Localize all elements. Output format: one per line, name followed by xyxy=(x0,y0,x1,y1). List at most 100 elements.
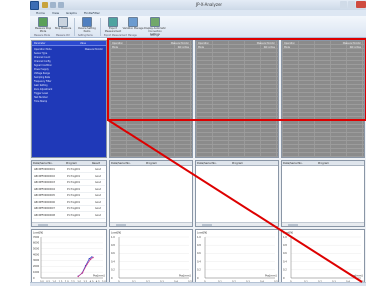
parameter-row[interactable]: Trigger Level xyxy=(34,92,104,95)
results-table-4[interactable]: Date/Serial No. Program xyxy=(281,160,365,227)
tab-view[interactable]: View xyxy=(52,11,59,15)
y-tick-label: 0.2 xyxy=(111,269,115,272)
status-bar xyxy=(30,282,366,286)
table-cell: Good xyxy=(95,213,102,217)
table-row[interactable]: ABCDEF00000007 P1 Prog001 Good xyxy=(33,206,105,212)
load-position-chart-3[interactable]: Load[N]1.00.80.60.40.2000.10.20.30.40.5P… xyxy=(195,229,279,285)
ribbon-group-label: Measure Mode xyxy=(34,34,50,37)
column-header: Result xyxy=(92,162,101,165)
table-row[interactable]: ABCDEF00000001 P1 Prog001 Good xyxy=(33,167,105,173)
column-header: Date/Serial No. xyxy=(283,162,303,165)
window-title: JP-X-Analyzer xyxy=(196,2,223,7)
measurement-grid-1[interactable]: Operation Measure Monitor Mode Not Activ… xyxy=(109,40,193,158)
parameter-row[interactable]: Gain Setting xyxy=(34,84,104,87)
parameter-row[interactable]: Test Number xyxy=(34,96,104,99)
table-row[interactable]: ABCDEF00000003 P1 Prog001 Good xyxy=(33,180,105,186)
measurement-grid-2[interactable]: Operation Measure Monitor Mode Not Activ… xyxy=(195,40,279,158)
parameter-row[interactable]: Channel Count xyxy=(34,56,104,59)
parameter-row[interactable]: Time Stamp xyxy=(34,100,104,103)
parameter-label: Voltage Range xyxy=(34,72,50,75)
data-point xyxy=(81,272,84,274)
table-cell: ABCDEF00000001 xyxy=(34,168,55,171)
parameter-label: Sensor Type xyxy=(34,52,48,55)
ribbon-group-label: Measure Ctrl xyxy=(56,34,70,37)
table-cell: P1 Prog001 xyxy=(67,174,81,178)
horizontal-scrollbar[interactable] xyxy=(32,222,106,226)
table-row[interactable]: ABCDEF00000005 P1 Prog001 Good xyxy=(33,193,105,199)
table-cell: P1 Prog001 xyxy=(67,168,81,171)
grid-row-value: Not Active xyxy=(349,46,361,49)
parameter-label: Time Stamp xyxy=(34,100,48,103)
quick-access-dropdown-icon[interactable] xyxy=(58,2,64,8)
quick-access-undo-icon[interactable] xyxy=(50,2,56,8)
x-axis-label: Pos[mm] xyxy=(179,274,191,278)
ribbon: Measure Stop Mode Stop Measure Device Se… xyxy=(30,16,366,38)
maximize-button[interactable] xyxy=(348,1,355,8)
parameter-row[interactable]: Zero Adjustment xyxy=(34,88,104,91)
measurement-grid-3[interactable]: Operation Measure Monitor Mode Not Activ… xyxy=(281,40,365,158)
app-icon[interactable] xyxy=(30,1,39,10)
table-row[interactable]: ABCDEF00000006 P1 Prog001 Good xyxy=(33,200,105,206)
table-cell: ABCDEF00000006 xyxy=(34,200,55,204)
results-table-3[interactable]: Date/Serial No. Program xyxy=(195,160,279,227)
table-cell: ABCDEF00000007 xyxy=(34,207,55,210)
y-tick-label: 1000 xyxy=(33,271,40,274)
horizontal-scrollbar[interactable] xyxy=(110,222,192,226)
parameter-row[interactable]: Sensor Type xyxy=(34,52,104,55)
tab-graphs[interactable]: Graphs xyxy=(66,11,77,15)
parameter-row[interactable]: Signal Condition xyxy=(34,64,104,67)
table-cell: P1 Prog001 xyxy=(67,187,81,191)
parameter-list-panel[interactable]: Parameter Value Operation Mode Measure Mo… xyxy=(31,40,107,158)
column-header: Program xyxy=(232,162,243,165)
table-row[interactable]: ABCDEF00000002 P1 Prog001 Good xyxy=(33,174,105,180)
grid-row: Mode Not Active xyxy=(112,46,190,49)
x-axis-label: Pos[mm] xyxy=(265,274,277,278)
parameter-row[interactable]: Voltage Range xyxy=(34,72,104,75)
table-cell: Good xyxy=(95,207,102,210)
table-row[interactable]: ABCDEF00000008 P1 Prog001 Good xyxy=(33,213,105,219)
column-header: Program xyxy=(318,162,329,165)
export-label: Export Measurement xyxy=(104,27,122,33)
y-tick-label: 1.0 xyxy=(283,236,287,239)
parameter-label: Channel Count xyxy=(34,56,51,59)
parameter-row[interactable]: Sampling Rate xyxy=(34,76,104,79)
load-position-chart-1[interactable]: Load[N]700060005000400030002000100000.00… xyxy=(31,229,107,285)
horizontal-scrollbar[interactable] xyxy=(196,222,278,226)
left-margin xyxy=(0,0,30,286)
measure-icon xyxy=(38,17,48,27)
parameter-row[interactable]: Operation Mode Measure Monitor xyxy=(34,48,104,51)
grid-row: Operation Measure Monitor xyxy=(112,42,190,45)
horizontal-scrollbar[interactable] xyxy=(282,222,364,226)
tab-home[interactable]: Home xyxy=(36,11,45,15)
y-tick-label: 0.4 xyxy=(197,260,201,263)
variation-label: Variation Manage xyxy=(122,27,144,30)
y-tick-label: 0.4 xyxy=(283,260,287,263)
results-table-2[interactable]: Date/Serial No. Program xyxy=(109,160,193,227)
parameter-row[interactable]: Frequency Filter xyxy=(34,80,104,83)
results-table-1[interactable]: Date/Serial No. Program Result ABCDEF000… xyxy=(31,160,107,227)
y-tick-label: 0.8 xyxy=(111,244,115,247)
chart-svg: Load[N]1.00.80.60.40.2000.10.20.30.40.5P… xyxy=(111,231,192,284)
table-cell: Good xyxy=(95,187,102,191)
load-position-chart-4[interactable]: Load[N]1.00.80.60.40.2000.10.20.30.40.5P… xyxy=(281,229,365,285)
table-row[interactable]: ABCDEF00000004 P1 Prog001 Good xyxy=(33,187,105,193)
measure-button-label: Measure Stop Mode xyxy=(34,27,52,33)
parameter-label: Operation Mode xyxy=(34,48,52,51)
grid-row-value: Not Active xyxy=(177,46,189,49)
y-tick-label: 3000 xyxy=(33,259,40,262)
parameter-row[interactable]: Power Supply xyxy=(34,68,104,71)
display-settings-icon xyxy=(150,17,160,27)
parameter-row[interactable]: Channel Config xyxy=(34,60,104,63)
grid-row-label: Mode xyxy=(112,46,118,49)
close-button[interactable] xyxy=(356,1,366,8)
tab-find-filter[interactable]: Find&Filter xyxy=(84,11,100,15)
quick-access-save-icon[interactable] xyxy=(42,2,48,8)
grid-row: Operation Measure Monitor xyxy=(284,42,362,45)
device-settings-label: Device Setting Items xyxy=(78,27,96,33)
minimize-button[interactable] xyxy=(340,1,347,8)
stop-measure-label: Stop Measure xyxy=(54,27,72,30)
chart-svg: Load[N]1.00.80.60.40.2000.10.20.30.40.5P… xyxy=(283,231,364,284)
y-tick-label: 4000 xyxy=(33,253,40,256)
table-cell: ABCDEF00000004 xyxy=(34,187,55,191)
load-position-chart-2[interactable]: Load[N]1.00.80.60.40.2000.10.20.30.40.5P… xyxy=(109,229,193,285)
